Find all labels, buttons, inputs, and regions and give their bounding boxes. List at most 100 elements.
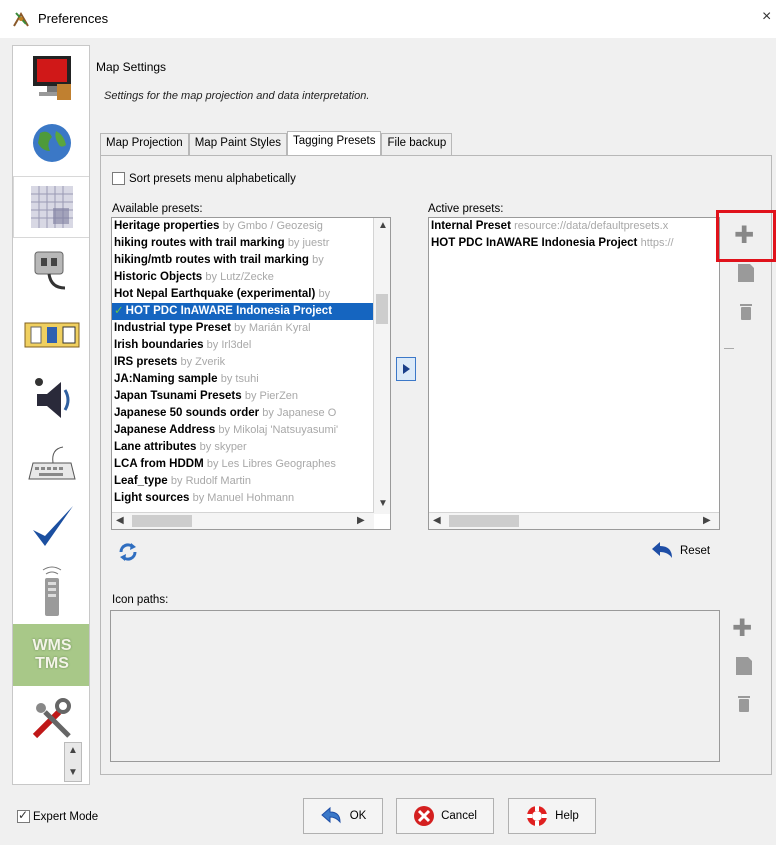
active-horizontal-scrollbar[interactable]: ◀ ▶ xyxy=(429,512,719,529)
preset-author: by Zverik xyxy=(180,356,226,368)
category-toolbar[interactable] xyxy=(13,304,89,366)
tab-tagging-presets[interactable]: Tagging Presets xyxy=(287,131,382,155)
add-icon-path-icon[interactable]: ✚ xyxy=(731,617,753,641)
tms-label: TMS xyxy=(35,655,69,672)
available-preset-item[interactable]: Leaf_type by Rudolf Martin xyxy=(112,473,374,490)
preset-name: Japan Tsunami Presets xyxy=(114,390,242,402)
display-icon xyxy=(33,56,71,100)
scroll-left-icon[interactable]: ◀ xyxy=(116,515,124,526)
cancel-button[interactable]: Cancel xyxy=(396,798,494,834)
available-preset-item[interactable]: Japan Tsunami Presets by PierZen xyxy=(112,388,374,405)
checkmark-icon xyxy=(33,506,73,546)
available-preset-item[interactable]: Historic Objects by Lutz/Zecke xyxy=(112,269,374,286)
available-preset-item[interactable]: Light sources by Manuel Hohmann xyxy=(112,490,374,507)
window-title: Preferences xyxy=(38,11,109,26)
available-vertical-scrollbar[interactable]: ▲ ▼ xyxy=(373,218,390,514)
josm-app-icon xyxy=(13,12,29,27)
add-to-active-button[interactable] xyxy=(396,357,416,381)
ok-button[interactable]: OK xyxy=(303,798,383,834)
add-preset-icon[interactable]: ✚ xyxy=(733,224,755,248)
category-scroll[interactable]: ▲ ▼ xyxy=(64,742,82,782)
active-presets-label: Active presets: xyxy=(428,203,504,215)
available-preset-item[interactable]: hiking/mtb routes with trail marking by xyxy=(112,252,374,269)
help-button[interactable]: Help xyxy=(508,798,596,834)
available-horizontal-scrollbar[interactable]: ◀ ▶ xyxy=(112,512,374,529)
sort-presets-checkbox[interactable] xyxy=(112,172,125,185)
tab-map-paint-styles[interactable]: Map Paint Styles xyxy=(188,133,288,155)
available-presets-list[interactable]: Heritage properties by Gmbo / Geozesig hi… xyxy=(111,217,391,530)
preset-name: Historic Objects xyxy=(114,271,203,283)
delete-preset-icon[interactable] xyxy=(735,300,757,322)
category-advanced[interactable] xyxy=(13,688,89,750)
delete-icon-path-icon[interactable] xyxy=(733,692,755,714)
edit-preset-icon[interactable] xyxy=(735,262,757,284)
preset-author: by Mikolaj 'Natsuyasumi' xyxy=(218,424,339,436)
available-preset-item[interactable]: LCA from HDDM by Les Libres Geographes xyxy=(112,456,374,473)
category-connection[interactable] xyxy=(13,240,89,302)
category-validator[interactable] xyxy=(13,496,89,558)
icon-paths-label: Icon paths: xyxy=(112,594,169,606)
available-preset-item[interactable]: ✓ HOT PDC InAWARE Indonesia Project xyxy=(112,303,374,320)
available-preset-item[interactable]: Irish boundaries by Irl3del xyxy=(112,337,374,354)
scroll-right-icon[interactable]: ▶ xyxy=(703,515,711,526)
preset-author: by Japanese O xyxy=(262,407,337,419)
category-display[interactable] xyxy=(13,48,89,110)
scroll-up-icon[interactable]: ▲ xyxy=(378,220,388,231)
scroll-thumb[interactable] xyxy=(449,515,519,527)
help-label: Help xyxy=(555,810,579,822)
expert-mode-label: Expert Mode xyxy=(33,810,99,823)
edit-icon-path-icon[interactable] xyxy=(733,655,755,677)
ok-arrow-icon xyxy=(320,806,341,824)
close-icon[interactable]: × xyxy=(762,8,771,26)
scroll-right-icon[interactable]: ▶ xyxy=(357,515,365,526)
preset-author: by juestr xyxy=(287,237,330,249)
scroll-down-icon[interactable]: ▼ xyxy=(378,498,388,509)
ok-label: OK xyxy=(349,810,367,822)
active-preset-item[interactable]: HOT PDC InAWARE Indonesia Project https:… xyxy=(429,235,719,252)
available-preset-item[interactable]: Heritage properties by Gmbo / Geozesig xyxy=(112,218,374,235)
tab-map-projection[interactable]: Map Projection xyxy=(100,133,189,155)
checkmark-icon: ✓ xyxy=(114,305,124,317)
available-preset-item[interactable]: IRS presets by Zverik xyxy=(112,354,374,371)
icon-paths-list[interactable] xyxy=(110,610,720,762)
available-preset-item[interactable]: Japanese 50 sounds order by Japanese O xyxy=(112,405,374,422)
preset-source: resource://data/defaultpresets.x xyxy=(514,220,669,232)
category-imagery[interactable]: WMS TMS xyxy=(13,624,89,686)
available-preset-item[interactable]: Lane attributes by skyper xyxy=(112,439,374,456)
available-preset-item[interactable]: Japanese Address by Mikolaj 'Natsuyasumi… xyxy=(112,422,374,439)
category-shortcuts[interactable] xyxy=(13,432,89,494)
active-preset-item[interactable]: Internal Preset resource://data/defaultp… xyxy=(429,218,719,235)
active-presets-list[interactable]: Internal Preset resource://data/defaultp… xyxy=(428,217,720,530)
scroll-down-icon[interactable]: ▼ xyxy=(68,767,78,778)
expert-mode-checkbox[interactable] xyxy=(17,808,30,823)
sort-presets-option[interactable]: Sort presets menu alphabetically xyxy=(112,172,296,185)
preset-name: IRS presets xyxy=(114,356,178,368)
scroll-thumb[interactable] xyxy=(376,294,388,324)
scroll-up-icon[interactable]: ▲ xyxy=(68,745,78,756)
tab-file-backup[interactable]: File backup xyxy=(381,133,453,155)
preset-author: by Lutz/Zecke xyxy=(205,271,274,283)
preset-name: Leaf_type xyxy=(114,475,168,487)
reset-button[interactable]: Reset xyxy=(650,540,710,562)
available-preset-item[interactable]: Industrial type Preset by Marián Kyral xyxy=(112,320,374,337)
sort-presets-label: Sort presets menu alphabetically xyxy=(129,172,296,185)
scroll-left-icon[interactable]: ◀ xyxy=(433,515,441,526)
preset-author: by PierZen xyxy=(244,390,299,402)
category-audio[interactable] xyxy=(13,368,89,430)
cancel-icon xyxy=(414,806,435,826)
category-remote-control[interactable] xyxy=(13,560,89,622)
expert-mode-option[interactable]: Expert Mode xyxy=(17,808,99,823)
scroll-thumb[interactable] xyxy=(132,515,192,527)
refresh-icon[interactable] xyxy=(117,541,139,563)
category-map-settings[interactable] xyxy=(13,176,89,238)
preset-author: by tsuhi xyxy=(220,373,259,385)
preset-author: by Gmbo / Geozesig xyxy=(222,220,323,232)
category-projection[interactable] xyxy=(13,112,89,174)
available-preset-item[interactable]: JA:Naming sample by tsuhi xyxy=(112,371,374,388)
available-preset-item[interactable]: hiking routes with trail marking by jues… xyxy=(112,235,374,252)
preset-name: hiking routes with trail marking xyxy=(114,237,285,249)
available-presets-label: Available presets: xyxy=(112,203,203,215)
preset-name: Industrial type Preset xyxy=(114,322,231,334)
remote-control-icon xyxy=(42,566,62,616)
available-preset-item[interactable]: Hot Nepal Earthquake (experimental) by xyxy=(112,286,374,303)
